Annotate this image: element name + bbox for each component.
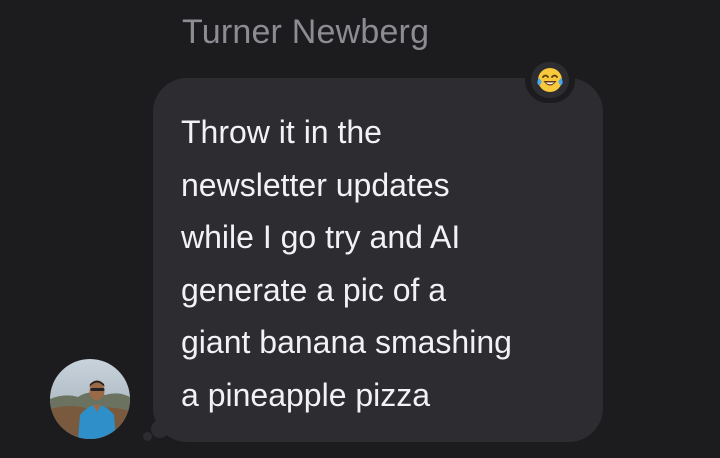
- bubble-tail: [151, 420, 169, 438]
- message-line: a pineapple pizza: [181, 376, 431, 413]
- reaction-badge[interactable]: [525, 57, 575, 103]
- chat-view: Turner Newberg Throw it in the newslette…: [0, 0, 720, 458]
- message-line: while I go try and AI: [181, 219, 461, 255]
- sender-name[interactable]: Turner Newberg: [182, 13, 429, 52]
- message-line: newsletter updates: [181, 166, 450, 203]
- message-bubble[interactable]: Throw it in the newsletter updates while…: [153, 78, 603, 442]
- bubble-tail-small: [143, 432, 152, 441]
- message-line: generate a pic of a: [181, 271, 447, 308]
- reaction-badge-inner: [531, 62, 569, 98]
- message-text: Throw it in the newsletter updates while…: [181, 106, 591, 421]
- person-avatar-icon: [50, 359, 130, 439]
- message-line: giant banana smashing: [181, 324, 512, 360]
- avatar[interactable]: [50, 359, 130, 439]
- tears-of-joy-emoji-icon: [537, 68, 563, 92]
- message-line: Throw it in the: [181, 114, 382, 150]
